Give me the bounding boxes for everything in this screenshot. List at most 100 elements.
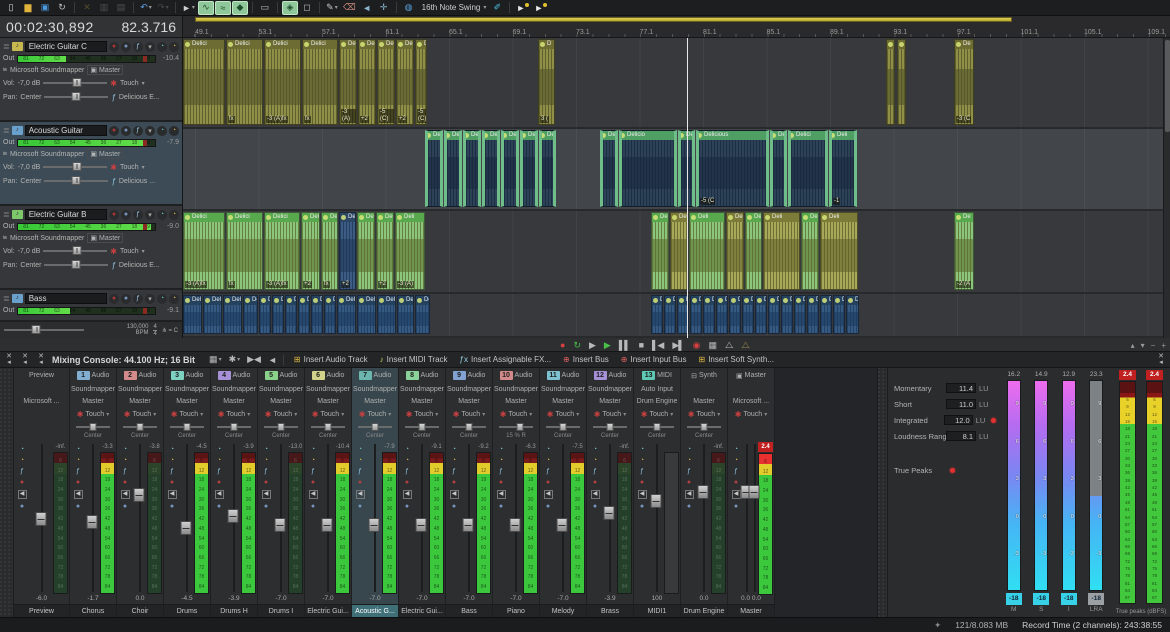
audio-clip[interactable]: Del bbox=[745, 212, 762, 290]
pan-slider[interactable] bbox=[44, 264, 108, 266]
strip-fx-button[interactable]: ƒ bbox=[311, 468, 315, 475]
audio-clip[interactable]: Delici bbox=[788, 130, 828, 207]
track-header[interactable]: ≣♪Electric Guitar C●●ƒ▾◔◔Out817263544536… bbox=[0, 38, 182, 122]
strip-bus-label[interactable]: Microsoft ... bbox=[728, 395, 774, 407]
new-file-button[interactable]: ▯ bbox=[3, 1, 19, 15]
metronome-count-button[interactable]: ⧍ bbox=[741, 338, 748, 352]
knob-b-icon[interactable]: ◔ bbox=[358, 457, 362, 464]
automation-tool-button[interactable]: ≈ bbox=[215, 1, 231, 15]
groove-paint-button[interactable]: ✐ bbox=[489, 1, 505, 15]
pan-slider[interactable] bbox=[493, 421, 539, 432]
channel-strip-brass[interactable]: 12AudioSoundmapperMaster✱Touch▾Center◔◔ƒ… bbox=[587, 368, 634, 617]
record-arm-button[interactable]: ● bbox=[358, 479, 362, 486]
audio-clip[interactable]: Del bbox=[243, 295, 258, 334]
volume-fader[interactable] bbox=[273, 442, 287, 594]
monitor-button[interactable]: ◀ bbox=[215, 490, 224, 499]
view-options-button[interactable]: ▦▾ bbox=[209, 354, 222, 365]
strip-fx-button[interactable]: ƒ bbox=[640, 468, 644, 475]
strip-name-label[interactable]: Drums I bbox=[258, 604, 304, 617]
mute-button[interactable]: ● bbox=[121, 126, 131, 136]
automation-mode-control[interactable]: ✱Touch▾ bbox=[70, 407, 116, 421]
track-fx-button[interactable]: ƒ bbox=[133, 210, 143, 220]
bus-assign-button[interactable]: ▣Master bbox=[87, 233, 123, 243]
strip-bus-label[interactable]: Master bbox=[70, 395, 116, 407]
pan-slider-handle[interactable] bbox=[325, 423, 332, 431]
loop-region-bar[interactable] bbox=[195, 17, 1012, 22]
record-arm-button[interactable]: ● bbox=[264, 479, 268, 486]
audio-clip[interactable]: De bbox=[272, 295, 284, 334]
refresh-button[interactable]: ↻ bbox=[54, 1, 70, 15]
fader-handle[interactable] bbox=[181, 521, 192, 535]
knob-a-icon[interactable]: ◔ bbox=[157, 42, 167, 52]
strip-name-label[interactable]: Acoustic G... bbox=[352, 604, 398, 617]
strip-name-label[interactable]: Brass bbox=[587, 604, 633, 617]
event-tool-a-button[interactable]: ► bbox=[514, 1, 531, 15]
pan-slider[interactable] bbox=[305, 421, 351, 432]
knob-a-icon[interactable]: ◔ bbox=[264, 446, 268, 453]
audio-clip[interactable]: De bbox=[298, 295, 310, 334]
audio-clip[interactable]: De-3 (C bbox=[954, 39, 974, 125]
fader-handle[interactable] bbox=[604, 506, 615, 520]
loop-playback-button[interactable]: ↻ bbox=[573, 338, 580, 352]
strip-bus-label[interactable]: Master bbox=[399, 395, 445, 407]
monitor-button[interactable]: ◀ bbox=[732, 490, 741, 499]
pan-slider-handle[interactable] bbox=[184, 423, 191, 431]
channel-strip-melody[interactable]: 11AudioSoundmapperMaster✱Touch▾Center◔◔ƒ… bbox=[540, 368, 587, 617]
record-arm-button[interactable]: ● bbox=[546, 479, 550, 486]
volume-fader[interactable] bbox=[508, 442, 522, 594]
strip-name-label[interactable]: Electric Gui... bbox=[399, 604, 445, 617]
audio-clip[interactable]: Del+2 bbox=[339, 212, 356, 290]
volume-slider-handle[interactable] bbox=[72, 78, 81, 87]
automation-gear-icon[interactable]: ✱ bbox=[110, 247, 117, 256]
strip-bus-label[interactable]: Master bbox=[540, 395, 586, 407]
tempo-display[interactable]: 130,000BPM bbox=[127, 324, 149, 336]
audio-clip[interactable]: Del bbox=[463, 130, 481, 207]
strip-fx-button[interactable]: ƒ bbox=[358, 468, 362, 475]
pan-slider[interactable] bbox=[681, 421, 727, 432]
monitor-button[interactable]: ◀ bbox=[356, 490, 365, 499]
channel-strip-master[interactable]: ▣Master Microsoft ...✱Touch▾ ◔◔ƒ●◀●2.461… bbox=[728, 368, 775, 617]
track-menu-caret[interactable]: ▾ bbox=[145, 210, 155, 220]
strip-bus-label[interactable]: Master bbox=[352, 395, 398, 407]
audio-clip[interactable]: De bbox=[311, 295, 323, 334]
automation-caret-icon[interactable]: ▾ bbox=[142, 80, 145, 87]
monitor-button[interactable]: ◀ bbox=[685, 490, 694, 499]
knob-a-icon[interactable]: ◔ bbox=[217, 446, 221, 453]
volume-slider[interactable] bbox=[43, 166, 107, 168]
channel-strip-drums-i[interactable]: 5AudioSoundmapperMaster✱Touch▾Center◔◔ƒ●… bbox=[258, 368, 305, 617]
audio-clip[interactable]: Deli bbox=[689, 212, 725, 290]
monitor-button[interactable]: ◀ bbox=[638, 490, 647, 499]
strip-fx-button[interactable]: ƒ bbox=[170, 468, 174, 475]
volume-fader[interactable] bbox=[751, 442, 758, 594]
audio-clip[interactable]: Delici bbox=[183, 39, 225, 125]
track-header[interactable]: ≣♪Acoustic Guitar●●ƒ▾◔◔Out81726354453627… bbox=[0, 122, 182, 206]
strip-fx-button[interactable]: ƒ bbox=[452, 468, 456, 475]
pan-slider[interactable] bbox=[728, 421, 774, 432]
mute-button[interactable]: ● bbox=[358, 503, 362, 510]
automation-caret-icon[interactable]: ▾ bbox=[142, 164, 145, 171]
audio-clip[interactable]: De bbox=[716, 295, 728, 334]
audio-clip[interactable]: Del+2 bbox=[376, 212, 394, 290]
audio-clip[interactable]: De bbox=[794, 295, 806, 334]
automation-mode-control[interactable]: ✱Touch▾ bbox=[305, 407, 351, 421]
audio-clip[interactable]: Del bbox=[651, 212, 669, 290]
timeline-tool-button[interactable]: ▭ bbox=[257, 1, 273, 15]
track-grip-icon[interactable]: ≣ bbox=[3, 294, 10, 303]
pan-slider-handle[interactable] bbox=[372, 423, 379, 431]
audio-clip[interactable]: Deli-3 (A) bbox=[339, 39, 357, 125]
volume-fader[interactable] bbox=[649, 442, 663, 594]
pan-slider-handle[interactable] bbox=[90, 423, 97, 431]
volume-fader[interactable] bbox=[555, 442, 569, 594]
automation-gear-icon[interactable]: ✱ bbox=[110, 163, 117, 172]
save-button[interactable]: ▣ bbox=[37, 1, 53, 15]
audio-clip[interactable]: Delici-3 (A)fx bbox=[183, 212, 225, 290]
pan-slider[interactable] bbox=[70, 421, 116, 432]
insert-midi-track-button[interactable]: ♪Insert MIDI Track bbox=[376, 355, 452, 364]
audio-clip[interactable] bbox=[897, 39, 906, 125]
pan-slider[interactable] bbox=[446, 421, 492, 432]
strip-name-label[interactable]: Master bbox=[728, 604, 774, 617]
audio-clip[interactable]: Delicifx bbox=[226, 39, 263, 125]
pan-slider[interactable] bbox=[14, 421, 69, 432]
mute-button[interactable]: ● bbox=[20, 503, 24, 510]
automation-mode-control[interactable]: ✱Touch▾ bbox=[211, 407, 257, 421]
